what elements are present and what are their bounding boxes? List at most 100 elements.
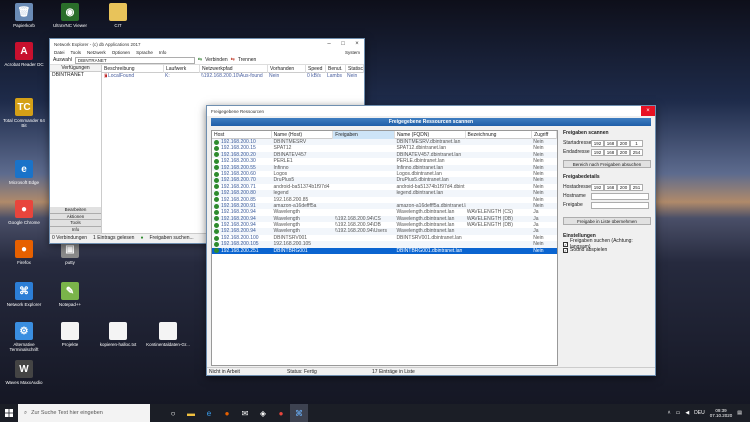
start-ip-1[interactable]: 192	[591, 139, 604, 147]
col-statisch[interactable]: Statisch	[346, 64, 364, 73]
windows-start-icon[interactable]	[0, 404, 18, 422]
store-icon[interactable]: ◈	[254, 404, 272, 422]
network-explorer-taskbar-icon[interactable]: ⌘	[290, 404, 308, 422]
col-name-fqdn[interactable]: Name (FQDN)	[395, 130, 466, 139]
col-freigaben[interactable]: Freigaben	[333, 130, 395, 139]
ok-status-icon	[214, 209, 219, 215]
desktop-icon[interactable]: 🗑 Papierkorb	[0, 3, 48, 28]
tray-language[interactable]: DEU	[694, 410, 705, 416]
explorer-icon[interactable]: ▬	[182, 404, 200, 422]
start-ip-2[interactable]: 168	[604, 139, 617, 147]
col-benut[interactable]: Benut.	[326, 64, 346, 73]
col-beschreibung[interactable]: Beschreibung	[102, 64, 164, 73]
desktop-icon[interactable]: kopieren-halloc.txt	[94, 322, 142, 347]
hostaddr-ip-3[interactable]: 200	[617, 183, 630, 191]
task-view-icon[interactable]: ○	[164, 404, 182, 422]
end-ip-2[interactable]: 168	[604, 148, 617, 156]
desktop-icon[interactable]: Kontinentaldaten-Gr...	[144, 322, 192, 347]
hostname-field[interactable]	[591, 192, 649, 200]
col-speed[interactable]: Speed	[306, 64, 326, 73]
ok-status-icon	[214, 235, 219, 241]
firefox-taskbar-icon[interactable]: ●	[218, 404, 236, 422]
col-name-host[interactable]: Name (Host)	[272, 130, 334, 139]
chrome-taskbar-icon[interactable]: ●	[272, 404, 290, 422]
col-laufwerk[interactable]: Laufwerk	[164, 64, 200, 73]
menu-optionen[interactable]: Optionen	[112, 50, 130, 55]
desktop-icon[interactable]: e Microsoft Edge	[0, 160, 48, 185]
col-zugriff[interactable]: Zugriff	[532, 130, 557, 139]
desktop-icon[interactable]: TC Total Commander 64 Bit	[0, 98, 48, 128]
menu-sprache[interactable]: Sprache	[136, 50, 153, 55]
mail-icon[interactable]: ✉	[236, 404, 254, 422]
minimize-icon[interactable]: –	[322, 39, 336, 49]
ok-status-icon	[214, 190, 219, 196]
hostaddr-ip-4[interactable]: 251	[630, 183, 643, 191]
col-bezeichnung[interactable]: Bezeichnung	[466, 130, 533, 139]
close-icon[interactable]: ×	[350, 39, 364, 49]
ok-status-icon: ●	[140, 234, 144, 241]
tray-volume-icon[interactable]: ◀	[685, 410, 689, 416]
connect-button[interactable]: Verbinden	[205, 57, 228, 63]
end-ip-4[interactable]: 254	[630, 148, 643, 156]
col-host[interactable]: Host	[212, 130, 272, 139]
start-ip-3[interactable]: 200	[617, 139, 630, 147]
tray-network-icon[interactable]: ▭	[676, 410, 681, 416]
menu-info[interactable]: Info	[159, 50, 167, 55]
cell-name-fqdn: DBINTBRG001.dbintranet.lan	[396, 247, 463, 254]
side-button-info[interactable]: Info	[50, 226, 101, 233]
taskbar-search-box[interactable]: ⌕ Zur Suche Text hier eingeben	[18, 404, 150, 422]
desktop-icon[interactable]: Projekte	[46, 322, 94, 347]
share-row[interactable]: 192.168.200.251 DBINTBRG001 DBINTBRG001.db…	[212, 247, 557, 255]
disconnect-button[interactable]: Trennen	[238, 57, 256, 63]
maximize-icon[interactable]: □	[336, 39, 350, 49]
dialog-close-icon[interactable]: ×	[641, 106, 655, 116]
shares-list-header: Host Name (Host) Freigaben Name (FQDN) B…	[212, 130, 557, 139]
desktop-icon[interactable]: ⌘ Network Explorer	[0, 282, 48, 307]
col-netzwerkpfad[interactable]: Netzwerkpfad	[200, 64, 268, 73]
desktop-icon[interactable]: ◉ UltraVNC Viewer	[46, 3, 94, 28]
dialog-status-count: 17 Einträge in Liste	[372, 368, 415, 375]
clock[interactable]: 09:39 07.10.2020	[710, 408, 733, 419]
desktop-icon[interactable]: A Acrobat Reader DC	[0, 42, 48, 67]
desktop-icon[interactable]: W Waves MaxxAudio	[0, 360, 48, 385]
scan-range-button[interactable]: Bereich nach Freigaben absuchen	[563, 160, 651, 168]
ne-menubar: Datei Tools Netzwerk Optionen Sprache In…	[50, 49, 364, 56]
hostaddr-ip-2[interactable]: 168	[604, 183, 617, 191]
firefox-icon: ●	[15, 240, 33, 258]
desktop-icon[interactable]: ● Firefox	[0, 240, 48, 265]
desktop-icon[interactable]: ⚙ Alternative Terminalschrift	[0, 322, 48, 352]
desktop-icon[interactable]: CIT	[94, 3, 142, 28]
start-ip-4[interactable]: 1	[630, 139, 643, 147]
sidebar-item-dbintranet[interactable]: DBINTRANET	[50, 72, 101, 79]
share-field[interactable]	[591, 201, 649, 209]
sidebar-tab[interactable]: Verfügungen	[50, 65, 101, 72]
ok-status-icon	[214, 241, 219, 247]
menu-system[interactable]: System	[345, 50, 360, 55]
auswahl-select[interactable]: DBINTRANET	[74, 56, 195, 64]
connect-icon: ⇆	[197, 57, 203, 63]
ok-status-icon	[214, 216, 219, 222]
desktop-icon[interactable]: ✎ Notepad++	[46, 282, 94, 307]
menu-tools[interactable]: Tools	[71, 50, 82, 55]
notification-icon[interactable]: ▤	[737, 410, 742, 416]
tray-chevron-icon[interactable]: ˄	[668, 410, 671, 416]
scan-title: Freigaben scannen	[563, 130, 609, 136]
sound-checkbox[interactable]: ✓	[563, 247, 568, 253]
vnc-icon: ◉	[61, 3, 79, 21]
search-shares-checkbox[interactable]: ✓	[563, 241, 568, 247]
desktop-icon-label: Projekte	[61, 342, 79, 347]
desktop-icon-label: UltraVNC Viewer	[53, 23, 87, 28]
hostaddr-ip-1[interactable]: 192	[591, 183, 604, 191]
menu-datei[interactable]: Datei	[54, 50, 65, 55]
end-ip-1[interactable]: 192	[591, 148, 604, 156]
cell-vorhanden: Nein	[269, 73, 280, 79]
menu-netzwerk[interactable]: Netzwerk	[87, 50, 106, 55]
col-vorhanden[interactable]: Vorhanden	[268, 64, 306, 73]
desktop-icon[interactable]: ● Google Chrome	[0, 200, 48, 225]
cell-netzwerkpfad: \\192.168.200.10\Aus-found	[201, 73, 263, 79]
ne-title: Network Explorer - (c) db Applications 2…	[54, 41, 141, 47]
end-ip-3[interactable]: 200	[617, 148, 630, 156]
table-row[interactable]: ▣ LocalFound K: \\192.168.200.10\Aus-fou…	[102, 73, 364, 79]
edge-taskbar-icon[interactable]: e	[200, 404, 218, 422]
transfer-button[interactable]: Freigabe in Liste übernehmen	[563, 217, 651, 225]
